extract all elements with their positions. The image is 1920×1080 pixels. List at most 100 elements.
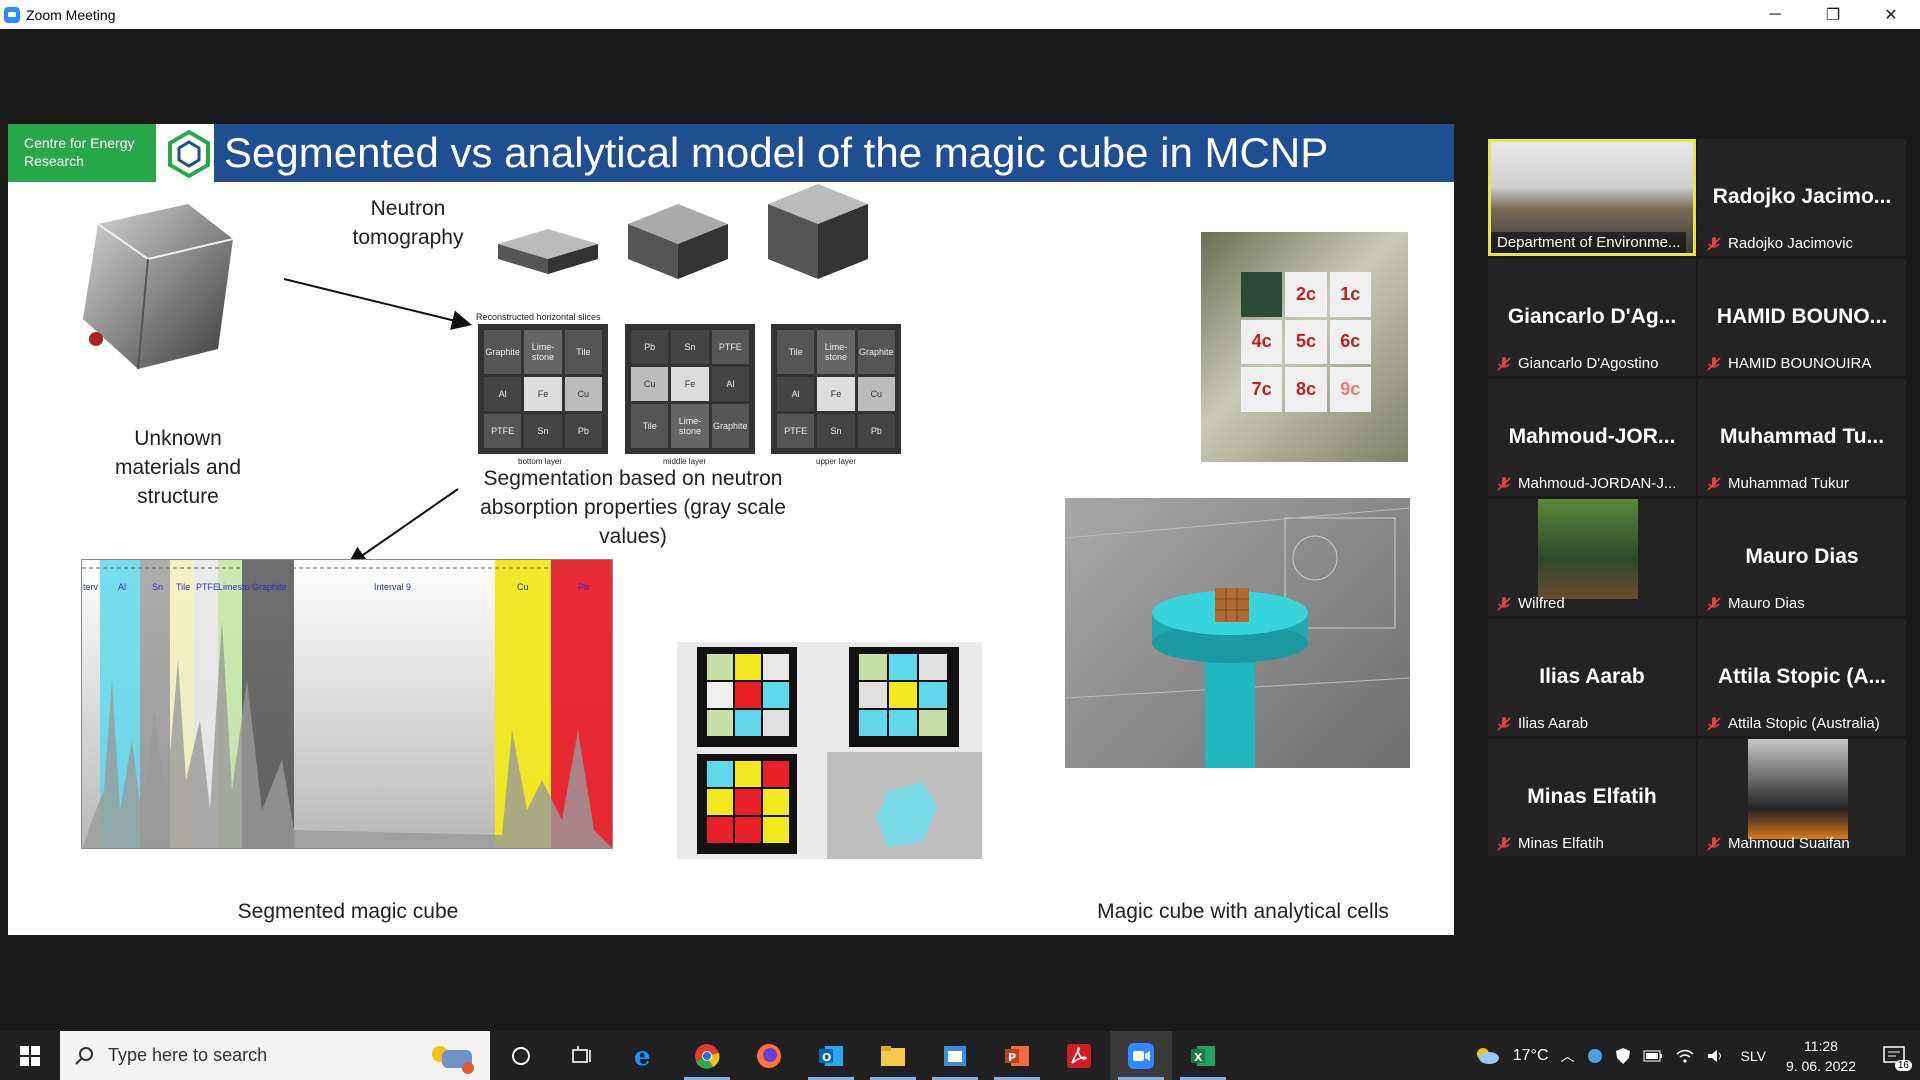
participant-tile[interactable]: Ilias Aarab Ilias Aarab [1488, 619, 1696, 736]
wifi-icon[interactable] [1675, 1048, 1695, 1064]
participant-tile[interactable]: Muhammad Tu... Muhammad Tukur [1698, 379, 1906, 496]
zoom-taskbar-icon[interactable] [1110, 1031, 1172, 1080]
file-explorer-icon[interactable] [862, 1031, 924, 1080]
cube-label: 6c [1329, 319, 1371, 365]
cube-label: 4c [1241, 319, 1283, 365]
clock-date: 9. 06. 2022 [1785, 1057, 1856, 1074]
clock[interactable]: 11:28 9. 06. 2022 [1786, 1036, 1856, 1076]
close-button[interactable]: ✕ [1862, 0, 1920, 29]
temperature[interactable]: 17°C [1513, 1047, 1549, 1065]
minimize-button[interactable]: ─ [1746, 0, 1804, 29]
grid-cell: Cu [857, 377, 895, 411]
histogram-label: Al [118, 582, 127, 592]
weather-news-icon[interactable] [420, 1036, 480, 1076]
edge-icon[interactable]: e [614, 1031, 676, 1080]
windows-taskbar: Type here to search e O P X 17°C ︿ SLV 1… [0, 1031, 1920, 1080]
segmented-slices-image [677, 642, 982, 859]
participant-name-row: Mahmoud-JORDAN-J... [1496, 475, 1676, 492]
cube-block [1241, 272, 1283, 317]
search-icon [75, 1046, 93, 1065]
segmentation-histogram: terv Al Sn Tile PTFE Limesto Graphite In… [81, 559, 613, 849]
grid-cell: PTFE [484, 414, 522, 448]
firefox-icon[interactable] [738, 1031, 800, 1080]
window-titlebar: Zoom Meeting ─ ❐ ✕ [0, 0, 1920, 29]
cube-photo-grid: 2c 1c 4c 5c 6c 7c 8c 9c [1241, 272, 1371, 412]
input-language[interactable]: SLV [1741, 1048, 1766, 1064]
zoom-app-icon [4, 6, 20, 23]
grid-cell: Al [711, 367, 749, 401]
grid-cell: Cu [631, 367, 669, 401]
grid-cell: Pb [564, 414, 602, 448]
defender-shield-icon[interactable] [1615, 1047, 1631, 1065]
segmented-slices-grid [697, 647, 982, 859]
participant-name: Giancarlo D'Agostino [1518, 355, 1659, 372]
grid-cell: Cu [564, 377, 602, 411]
participant-name-row: Giancarlo D'Agostino [1496, 355, 1658, 372]
histogram-label: Interval 9 [374, 582, 412, 592]
outlook-icon[interactable]: O [800, 1031, 862, 1080]
svg-text:X: X [1194, 1051, 1203, 1064]
histogram-plot [82, 560, 612, 848]
histogram-label: PTFE [196, 582, 220, 592]
histogram-label: Tile [176, 582, 191, 592]
histogram-label: Cu [517, 582, 529, 592]
grid-cell: Pb [857, 414, 895, 448]
taskbar-search-box[interactable]: Type here to search [60, 1031, 490, 1080]
grid-cell: Pb [631, 330, 669, 364]
task-view-icon[interactable] [552, 1031, 614, 1080]
notifications-icon[interactable]: 16 [1882, 1045, 1912, 1071]
mcnp-model-drawing [1065, 507, 1410, 768]
participant-name-row: Minas Elfatih [1496, 835, 1604, 852]
grid-cell: Graphite [484, 330, 522, 374]
participant-tile[interactable]: Radojko Jacimo... Radojko Jacimovic [1698, 139, 1906, 256]
volume-icon[interactable] [1707, 1048, 1725, 1064]
app-window-icon[interactable] [924, 1031, 986, 1080]
participant-tile[interactable]: Giancarlo D'Ag... Giancarlo D'Agostino [1488, 259, 1696, 376]
grid-cell: PTFE [711, 330, 749, 364]
excel-icon[interactable]: X [1172, 1031, 1234, 1080]
muted-mic-icon [1497, 716, 1511, 731]
participant-name: Muhammad Tukur [1728, 475, 1849, 492]
participant-name-row: Mauro Dias [1706, 595, 1805, 612]
participant-tile[interactable]: Wilfred [1488, 499, 1696, 616]
restore-button[interactable]: ❐ [1804, 0, 1862, 29]
participant-name-row: Department of Environme... [1491, 232, 1687, 253]
participant-tile[interactable]: Mahmoud Suaifan [1698, 739, 1906, 856]
cube-label: 2c [1285, 272, 1327, 317]
reconstructed-slices-label: Reconstructed horizontal slices [476, 312, 601, 322]
slice-grid-bottom: Graphite Lime-stone Tile Al Fe Cu PTFE S… [478, 324, 608, 454]
powerpoint-icon[interactable]: P [986, 1031, 1048, 1080]
participant-video [1748, 739, 1848, 839]
grid-cell: Tile [777, 330, 815, 374]
grid-cell: Graphite [857, 330, 895, 374]
layer-label-upper: upper layer [816, 457, 857, 466]
grid-cell: Graphite [711, 404, 749, 448]
chrome-icon[interactable] [676, 1031, 738, 1080]
slice-grid-upper: Tile Lime-stone Graphite Al Fe Cu PTFE S… [771, 324, 901, 454]
show-hidden-icons-chevron-up-icon[interactable]: ︿ [1561, 1046, 1575, 1066]
acrobat-icon[interactable] [1048, 1031, 1110, 1080]
participant-tile[interactable]: Mauro Dias Mauro Dias [1698, 499, 1906, 616]
grid-cell: Tile [564, 330, 602, 374]
participant-display-name: Ilias Aarab [1539, 665, 1645, 688]
grid-cell: Fe [817, 377, 855, 411]
cube-label: 8c [1285, 367, 1327, 412]
cube-label: 9c [1329, 367, 1371, 412]
battery-icon[interactable] [1643, 1050, 1663, 1062]
grid-cell: Fe [524, 377, 562, 411]
participant-name: Attila Stopic (Australia) [1728, 715, 1880, 732]
muted-mic-icon [1707, 476, 1721, 491]
participant-tile[interactable]: Attila Stopic (A... Attila Stopic (Austra… [1698, 619, 1906, 736]
windows-start-button[interactable] [0, 1031, 60, 1080]
notifications-count: 16 [1894, 1059, 1912, 1071]
participant-tile[interactable]: Mahmoud-JOR... Mahmoud-JORDAN-J... [1488, 379, 1696, 496]
participant-tile[interactable]: Minas Elfatih Minas Elfatih [1488, 739, 1696, 856]
window-title: Zoom Meeting [26, 6, 116, 23]
participant-tile[interactable]: HAMID BOUNO... HAMID BOUNOUIRA [1698, 259, 1906, 376]
participant-display-name: Radojko Jacimo... [1712, 185, 1892, 208]
participant-name: Radojko Jacimovic [1728, 235, 1854, 252]
cortana-icon[interactable] [490, 1031, 552, 1080]
participant-tile[interactable]: Department of Environme... [1488, 139, 1696, 256]
security-icon[interactable] [1587, 1048, 1603, 1064]
weather-icon[interactable] [1473, 1044, 1501, 1068]
